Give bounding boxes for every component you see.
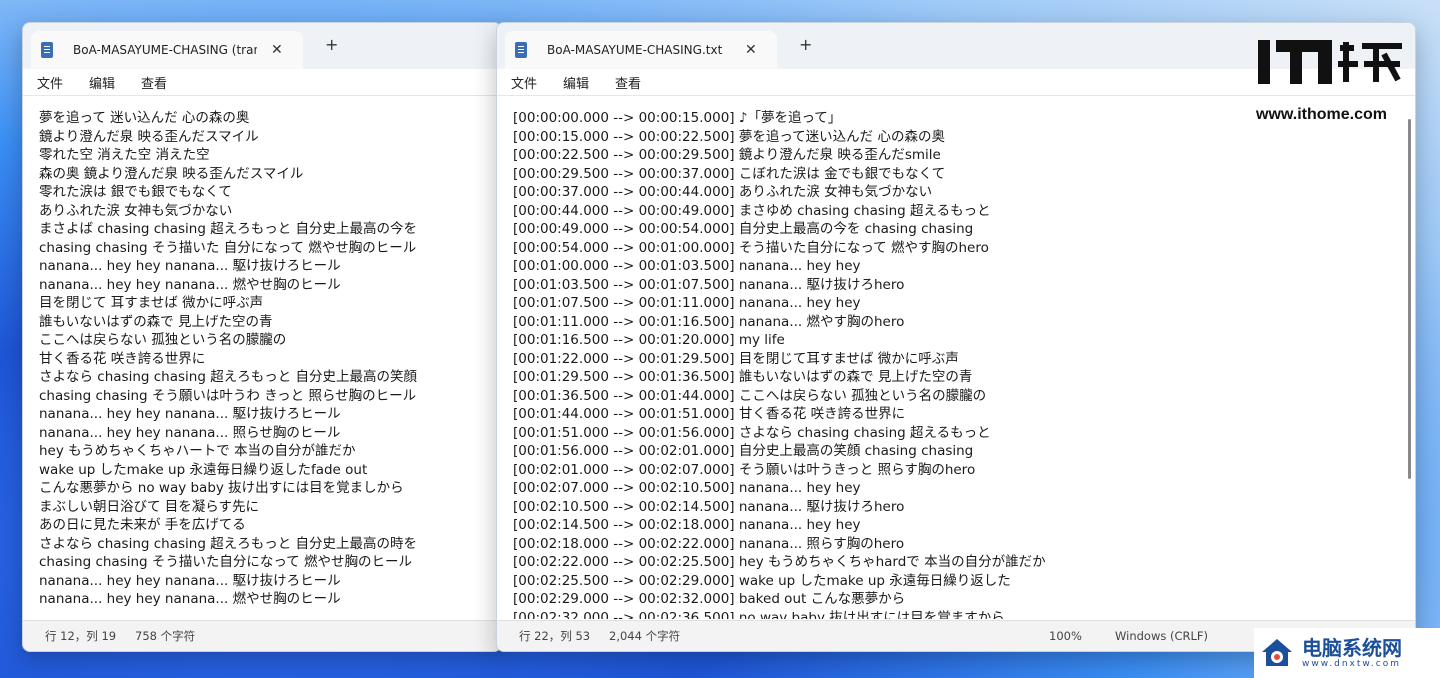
text-line: [00:01:56.000 --> 00:02:01.000] 自分史上最高の笑… — [513, 443, 974, 459]
notepad-icon — [41, 42, 53, 58]
text-line: [00:00:15.000 --> 00:00:22.500] 夢を追って迷い込… — [513, 128, 945, 145]
text-line: [00:02:22.000 --> 00:02:25.500] hey もうめち… — [513, 554, 1046, 570]
text-line: nanana... hey hey nanana... 燃やせ胸のヒール — [39, 276, 341, 293]
close-icon[interactable]: ✕ — [745, 42, 757, 58]
text-line: hey もうめちゃくちゃハートで 本当の自分が誰だか — [39, 443, 356, 459]
text-line: nanana... hey hey nanana... 燃やせ胸のヒール — [39, 591, 341, 607]
menu-edit[interactable]: 编辑 — [89, 73, 115, 92]
cursor-position: 行 22，列 53 — [519, 629, 591, 643]
notepad-icon — [515, 42, 527, 58]
text-line: [00:02:10.500 --> 00:02:14.500] nanana..… — [513, 498, 905, 515]
text-line: まさよば chasing chasing 超えろもっと 自分史上最高の今を — [39, 221, 417, 237]
text-line: [00:01:07.500 --> 00:01:11.000] nanana..… — [513, 295, 861, 311]
text-line: [00:01:00.000 --> 00:01:03.500] nanana..… — [513, 258, 861, 274]
text-line: 森の奥 鏡より澄んだ泉 映る歪んだスマイル — [39, 165, 304, 182]
text-line: さよなら chasing chasing 超えろもっと 自分史上最高の笑顔 — [39, 369, 417, 385]
text-line: [00:01:29.500 --> 00:01:36.500] 誰もいないはずの… — [513, 369, 973, 385]
text-line: nanana... hey hey nanana... 駆け抜けろヒール — [39, 572, 341, 589]
add-tab-icon[interactable]: + — [325, 35, 338, 54]
status-bar: 行 12，列 19 758 个字符 — [23, 620, 501, 651]
text-line: [00:02:29.000 --> 00:02:32.000] baked ou… — [513, 591, 906, 607]
tab-transcript[interactable]: BoA-MASAYUME-CHASING (trans ✕ — [31, 31, 303, 69]
text-line: [00:00:49.000 --> 00:00:54.000] 自分史上最高の今… — [513, 221, 974, 237]
text-line: [00:00:37.000 --> 00:00:44.000] ありふれた涙 女… — [513, 184, 933, 200]
text-line: [00:02:18.000 --> 00:02:22.000] nanana..… — [513, 535, 905, 552]
brand-name: 电脑系统网 — [1302, 636, 1402, 660]
text-line: [00:01:11.000 --> 00:01:16.500] nanana..… — [513, 313, 905, 330]
text-editor[interactable]: [00:00:00.000 --> 00:00:15.000] ♪「夢を追って」… — [513, 109, 1399, 619]
text-line: nanana... hey hey nanana... 照らせ胸のヒール — [39, 424, 341, 441]
brand-watermark: 电脑系统网 www.dnxtw.com — [1254, 628, 1440, 678]
add-tab-icon[interactable]: + — [799, 35, 812, 54]
text-line: ありふれた涙 女神も気づかない — [39, 202, 233, 219]
text-line: chasing chasing そう願いは叶うわ きっと 照らせ胸のヒール — [39, 387, 417, 404]
close-icon[interactable]: ✕ — [271, 42, 283, 58]
text-line: 誰もいないはずの森で 見上げた空の青 — [39, 313, 273, 330]
text-line: [00:02:14.500 --> 00:02:18.000] nanana..… — [513, 517, 861, 533]
text-line: 零れた涙は 銀でも銀でもなくて — [39, 184, 232, 200]
text-line: wake up したmake up 永遠毎日繰り返したfade out — [39, 461, 368, 478]
text-line: [00:00:44.000 --> 00:00:49.000] まさゆめ cha… — [513, 202, 991, 219]
ithome-logo — [1256, 34, 1412, 104]
tab-title: BoA-MASAYUME-CHASING (trans — [73, 43, 257, 57]
tab-title: BoA-MASAYUME-CHASING.txt — [547, 43, 723, 57]
char-count: 2,044 个字符 — [609, 629, 681, 643]
text-line: さよなら chasing chasing 超えろもっと 自分史上最高の時を — [39, 535, 417, 552]
menu-file[interactable]: 文件 — [37, 73, 63, 92]
house-icon — [1260, 636, 1294, 670]
text-line: [00:02:32.000 --> 00:02:36.500] no way b… — [513, 609, 1005, 620]
text-line: [00:01:03.500 --> 00:01:07.500] nanana..… — [513, 276, 905, 293]
menu-edit[interactable]: 编辑 — [563, 73, 589, 92]
text-line: こんな悪夢から no way baby 抜け出すには目を覚ましから — [39, 480, 404, 496]
text-line: [00:01:44.000 --> 00:01:51.000] 甘く香る花 咲き… — [513, 406, 906, 422]
text-line: 目を閉じて 耳すませば 微かに呼ぶ声 — [39, 295, 264, 311]
text-line: [00:01:22.000 --> 00:01:29.500] 目を閉じて耳すま… — [513, 350, 959, 367]
notepad-window-transcript: BoA-MASAYUME-CHASING (trans ✕ + 文件 编辑 查看… — [22, 22, 502, 652]
text-line: chasing chasing そう描いた 自分になって 燃やせ胸のヒール — [39, 239, 417, 256]
menu-view[interactable]: 查看 — [141, 73, 167, 92]
text-line: [00:02:25.500 --> 00:02:29.000] wake up … — [513, 572, 1011, 589]
text-line: [00:00:22.500 --> 00:00:29.500] 鏡より澄んだ泉 … — [513, 147, 941, 163]
text-line: chasing chasing そう描いた自分になって 燃やせ胸のヒール — [39, 554, 413, 570]
vertical-scrollbar[interactable] — [1408, 119, 1411, 479]
text-line: まぶしい朝日浴びて 目を凝らす先に — [39, 498, 260, 515]
char-count: 758 个字符 — [135, 629, 196, 643]
text-line: [00:01:51.000 --> 00:01:56.000] さよなら cha… — [513, 424, 991, 441]
tab-subtitles[interactable]: BoA-MASAYUME-CHASING.txt ✕ — [505, 31, 777, 69]
ithome-url: www.ithome.com — [1256, 106, 1387, 123]
menu-view[interactable]: 查看 — [615, 73, 641, 92]
text-line: [00:01:36.500 --> 00:01:44.000] ここへは戻らない… — [513, 387, 987, 404]
zoom-level[interactable]: 100% — [1049, 629, 1082, 643]
text-line: nanana... hey hey nanana... 駆け抜けろヒール — [39, 406, 341, 422]
text-line: 夢を追って 迷い込んだ 心の森の奥 — [39, 110, 250, 126]
text-line: [00:00:54.000 --> 00:01:00.000] そう描いた自分に… — [513, 239, 989, 256]
text-line: あの日に見た未来が 手を広げてる — [39, 517, 246, 533]
text-line: [00:00:29.500 --> 00:00:37.000] こぼれた涙は 金… — [513, 165, 946, 182]
title-bar: BoA-MASAYUME-CHASING (trans ✕ + — [23, 23, 501, 69]
text-line: [00:01:16.500 --> 00:01:20.000] my life — [513, 332, 785, 348]
text-line: [00:02:07.000 --> 00:02:10.500] nanana..… — [513, 480, 861, 496]
text-line: 零れた空 消えた空 消えた空 — [39, 147, 210, 163]
text-editor[interactable]: 夢を追って 迷い込んだ 心の森の奥 鏡より澄んだ泉 映る歪んだスマイル 零れた空 消… — [39, 109, 485, 619]
text-line: [00:02:01.000 --> 00:02:07.000] そう願いは叶うき… — [513, 461, 976, 478]
cursor-position: 行 12，列 19 — [45, 629, 117, 643]
menu-bar: 文件 编辑 查看 — [23, 69, 501, 96]
text-line: nanana... hey hey nanana... 駆け抜けろヒール — [39, 258, 341, 274]
brand-url: www.dnxtw.com — [1302, 659, 1402, 669]
menu-file[interactable]: 文件 — [511, 73, 537, 92]
text-line: 鏡より澄んだ泉 映る歪んだスマイル — [39, 128, 259, 145]
text-line: 甘く香る花 咲き誇る世界に — [39, 350, 206, 367]
line-ending[interactable]: Windows (CRLF) — [1115, 629, 1208, 643]
text-line: ここへは戻らない 孤独という名の朦朧の — [39, 332, 287, 348]
